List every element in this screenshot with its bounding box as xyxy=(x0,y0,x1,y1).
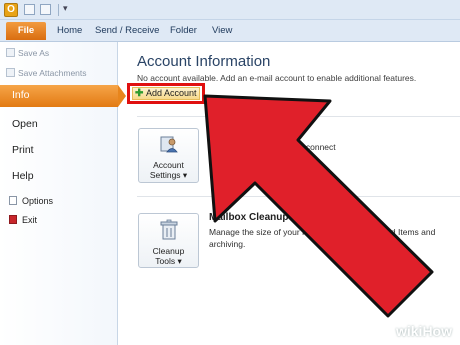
save-as-icon xyxy=(6,48,15,57)
cleanup-tools-icon xyxy=(160,219,178,240)
page-title: Account Information xyxy=(137,53,271,70)
watermark-how: How xyxy=(422,323,452,339)
save-attachments-icon xyxy=(6,68,15,77)
nav-info[interactable]: Info xyxy=(12,89,30,101)
cleanup-tools-label-line1: Cleanup xyxy=(152,246,185,256)
account-settings-label-line1: Account xyxy=(153,160,184,170)
add-account-highlight-box: ✚ Add Account xyxy=(127,83,205,104)
account-settings-description: Modify se gure additional connect xyxy=(209,142,336,152)
cleanup-tools-label-line2: Tools ▾ xyxy=(155,256,182,266)
plus-icon: ✚ xyxy=(135,88,144,99)
add-account-label: Add Account xyxy=(146,88,197,98)
nav-options[interactable]: Options xyxy=(22,196,53,206)
nav-help[interactable]: Help xyxy=(12,170,34,182)
section-divider xyxy=(137,116,460,117)
tab-home[interactable]: Home xyxy=(57,24,82,42)
watermark-wiki: wiki xyxy=(395,323,423,339)
nav-exit[interactable]: Exit xyxy=(22,215,37,225)
mailbox-cleanup-description-line1: Manage the size of your mailbo emptying … xyxy=(209,227,436,237)
nav-save-attachments[interactable]: Save Attachments xyxy=(18,68,87,78)
nav-save-as[interactable]: Save As xyxy=(18,48,49,58)
save-icon[interactable] xyxy=(24,4,35,15)
mailbox-cleanup-heading: Mailbox Cleanup xyxy=(209,212,289,223)
account-settings-label-line2: Settings ▾ xyxy=(149,170,188,180)
options-icon xyxy=(9,196,17,205)
customize-quick-access-icon[interactable]: ▾ xyxy=(63,3,68,14)
exit-icon xyxy=(9,215,17,224)
ribbon-tabs: File Home Send / Receive Folder View xyxy=(0,20,460,42)
no-account-message: No account available. Add an e-mail acco… xyxy=(137,73,417,83)
section-divider xyxy=(137,196,460,197)
account-settings-button[interactable]: Account Settings ▾ xyxy=(138,128,199,183)
tab-view[interactable]: View xyxy=(212,24,232,42)
nav-info-pointer xyxy=(118,85,126,107)
title-bar: O ▾ xyxy=(0,0,460,20)
tab-send-receive[interactable]: Send / Receive xyxy=(95,24,159,42)
nav-open[interactable]: Open xyxy=(12,118,38,130)
account-settings-heading: Accou xyxy=(209,128,240,139)
outlook-app-icon: O xyxy=(4,3,18,17)
wikihow-watermark: wikiHow xyxy=(396,323,452,339)
quick-access-divider xyxy=(58,4,59,16)
mailbox-cleanup-description-line2: archiving. xyxy=(209,239,246,249)
send-receive-icon[interactable] xyxy=(40,4,51,15)
nav-print[interactable]: Print xyxy=(12,144,34,156)
tab-file[interactable]: File xyxy=(6,22,46,40)
add-account-button[interactable]: ✚ Add Account xyxy=(132,87,200,100)
cleanup-tools-button[interactable]: Cleanup Tools ▾ xyxy=(138,213,199,268)
tab-folder[interactable]: Folder xyxy=(170,24,197,42)
account-settings-icon xyxy=(160,136,178,153)
backstage-nav: Save As Save Attachments Info Open Print… xyxy=(0,42,126,345)
